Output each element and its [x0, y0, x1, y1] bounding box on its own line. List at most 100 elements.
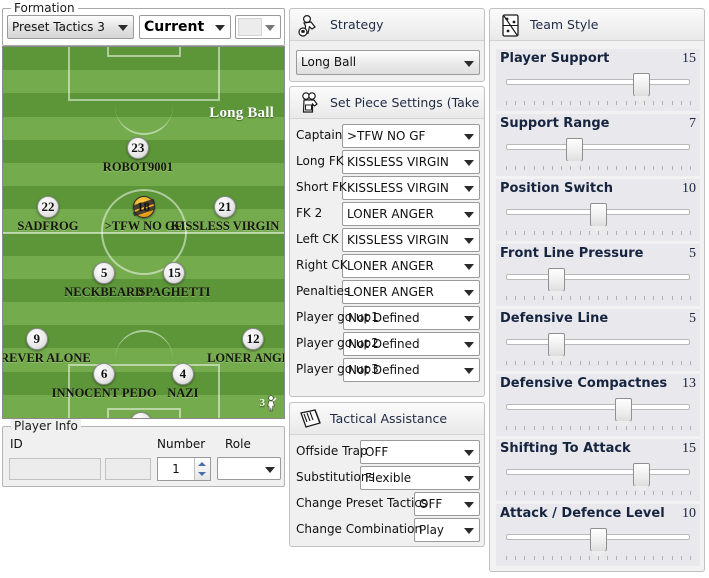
- player-number-text: 21: [218, 198, 232, 214]
- role-dropdown[interactable]: [217, 457, 281, 480]
- slider-track-area[interactable]: [496, 329, 700, 371]
- row-dropdown[interactable]: OFF: [360, 440, 480, 464]
- slider-value: 5: [689, 246, 696, 261]
- slider-label: Position Switch: [500, 181, 614, 196]
- slider-tick: [570, 166, 572, 170]
- slider-track[interactable]: [506, 469, 690, 475]
- slider-tick: [506, 101, 507, 105]
- slider-track[interactable]: [506, 404, 690, 410]
- stepper-down-icon[interactable]: [198, 472, 206, 476]
- slider-tick: [625, 166, 627, 170]
- slider-tick: [598, 231, 599, 235]
- slider-thumb[interactable]: [565, 138, 583, 168]
- stepper-up-icon[interactable]: [198, 462, 206, 466]
- number-label: Number: [157, 437, 206, 451]
- slider-tick: [579, 101, 581, 105]
- slider-track-area[interactable]: [496, 264, 700, 306]
- slider-track-area[interactable]: [496, 199, 700, 241]
- slider-tick: [634, 101, 636, 105]
- pitch-view[interactable]: Long Ball 23 ROBOT9001 22 SADFROG 18 >TFW NO …: [2, 46, 285, 419]
- slider-track[interactable]: [506, 274, 690, 280]
- slider-tick: [561, 231, 563, 235]
- slider-tick: [561, 361, 563, 365]
- slider-tick: [588, 231, 590, 235]
- row-dropdown[interactable]: >TFW NO GF: [342, 124, 480, 148]
- strategy-dropdown[interactable]: Long Ball: [296, 50, 480, 75]
- row-dropdown[interactable]: KISSLESS VIRGIN: [342, 228, 480, 252]
- slider-tick: [579, 556, 581, 560]
- slider-tick: [634, 296, 636, 300]
- slider-thumb[interactable]: [632, 463, 650, 493]
- slider-thumb[interactable]: [590, 203, 608, 233]
- current-dropdown[interactable]: Current: [139, 15, 231, 39]
- formation-extra-dropdown[interactable]: [235, 15, 281, 39]
- slider-header: Defensive Compactnes 13: [496, 374, 700, 394]
- slider-value: 15: [682, 51, 696, 66]
- slider-tick: [625, 231, 627, 235]
- clipboard-icon: [298, 407, 326, 432]
- slider-tick: [644, 361, 645, 365]
- row-dropdown-value: LONER ANGER: [347, 207, 434, 221]
- slider-track[interactable]: [506, 339, 690, 345]
- slider-tick: [634, 166, 636, 170]
- slider-track[interactable]: [506, 79, 690, 85]
- row-dropdown[interactable]: LONER ANGER: [342, 280, 480, 304]
- number-stepper[interactable]: 1: [157, 457, 211, 481]
- slider-track-area[interactable]: [496, 134, 700, 176]
- slider-tick: [644, 166, 645, 170]
- slider-tick: [653, 166, 655, 170]
- player-name-field[interactable]: [105, 458, 151, 480]
- player-number: 22: [36, 195, 59, 218]
- slider-track-area[interactable]: [496, 394, 700, 436]
- settings-row: OFF Offside Trap: [290, 439, 484, 465]
- pitch-stripe: [3, 302, 284, 327]
- slider-track-area[interactable]: [496, 459, 700, 501]
- slider-thumb[interactable]: [632, 73, 650, 103]
- chevron-down-icon: [215, 25, 225, 31]
- row-label: Player go up3: [296, 362, 379, 376]
- slider-track[interactable]: [506, 144, 690, 150]
- slider-thumb[interactable]: [548, 268, 566, 298]
- pitch-strategy-label: Long Ball: [209, 105, 274, 121]
- preset-tactics-dropdown[interactable]: Preset Tactics 3: [7, 15, 134, 39]
- slider-tick: [653, 491, 655, 495]
- slider-tick: [671, 296, 673, 300]
- slider-tick: [570, 491, 572, 495]
- slider-tick: [671, 491, 673, 495]
- slider-header: Front Line Pressure 5: [496, 244, 700, 264]
- slider-tick: [671, 231, 673, 235]
- slider-tick: [690, 426, 691, 430]
- empty-swatch: [238, 18, 262, 36]
- slider-tick: [570, 361, 572, 365]
- slider-track-area[interactable]: [496, 69, 700, 111]
- slider-tick: [662, 231, 664, 235]
- slider-tick: [533, 231, 535, 235]
- slider-thumb[interactable]: [615, 398, 633, 428]
- slider-value: 10: [682, 181, 696, 196]
- row-label: Right CK: [296, 258, 348, 272]
- slider-tick: [515, 361, 517, 365]
- row-dropdown[interactable]: Flexible: [360, 466, 480, 490]
- slider-tick: [598, 361, 599, 365]
- slider-header: Position Switch 10: [496, 179, 700, 199]
- slider-tick: [588, 296, 590, 300]
- id-field[interactable]: [9, 458, 101, 480]
- slider-tick: [552, 556, 553, 560]
- stepper-buttons[interactable]: [194, 458, 210, 480]
- slider-track-area[interactable]: [496, 524, 700, 566]
- row-dropdown-value: OFF: [365, 445, 389, 459]
- row-dropdown[interactable]: LONER ANGER: [342, 202, 480, 226]
- row-dropdown[interactable]: LONER ANGER: [342, 254, 480, 278]
- slider-thumb[interactable]: [548, 333, 566, 363]
- slider-tick: [690, 491, 691, 495]
- top-goal-area: [106, 47, 181, 57]
- row-dropdown[interactable]: KISSLESS VIRGIN: [342, 176, 480, 200]
- slider-thumb[interactable]: [590, 528, 608, 558]
- slider-block: Attack / Defence Level 10: [496, 504, 700, 566]
- slider-tick: [506, 491, 507, 495]
- slider-tick: [552, 296, 553, 300]
- row-dropdown[interactable]: KISSLESS VIRGIN: [342, 150, 480, 174]
- row-dropdown-value: KISSLESS VIRGIN: [347, 233, 449, 247]
- slider-tick: [625, 556, 627, 560]
- row-dropdown[interactable]: Play: [414, 518, 480, 542]
